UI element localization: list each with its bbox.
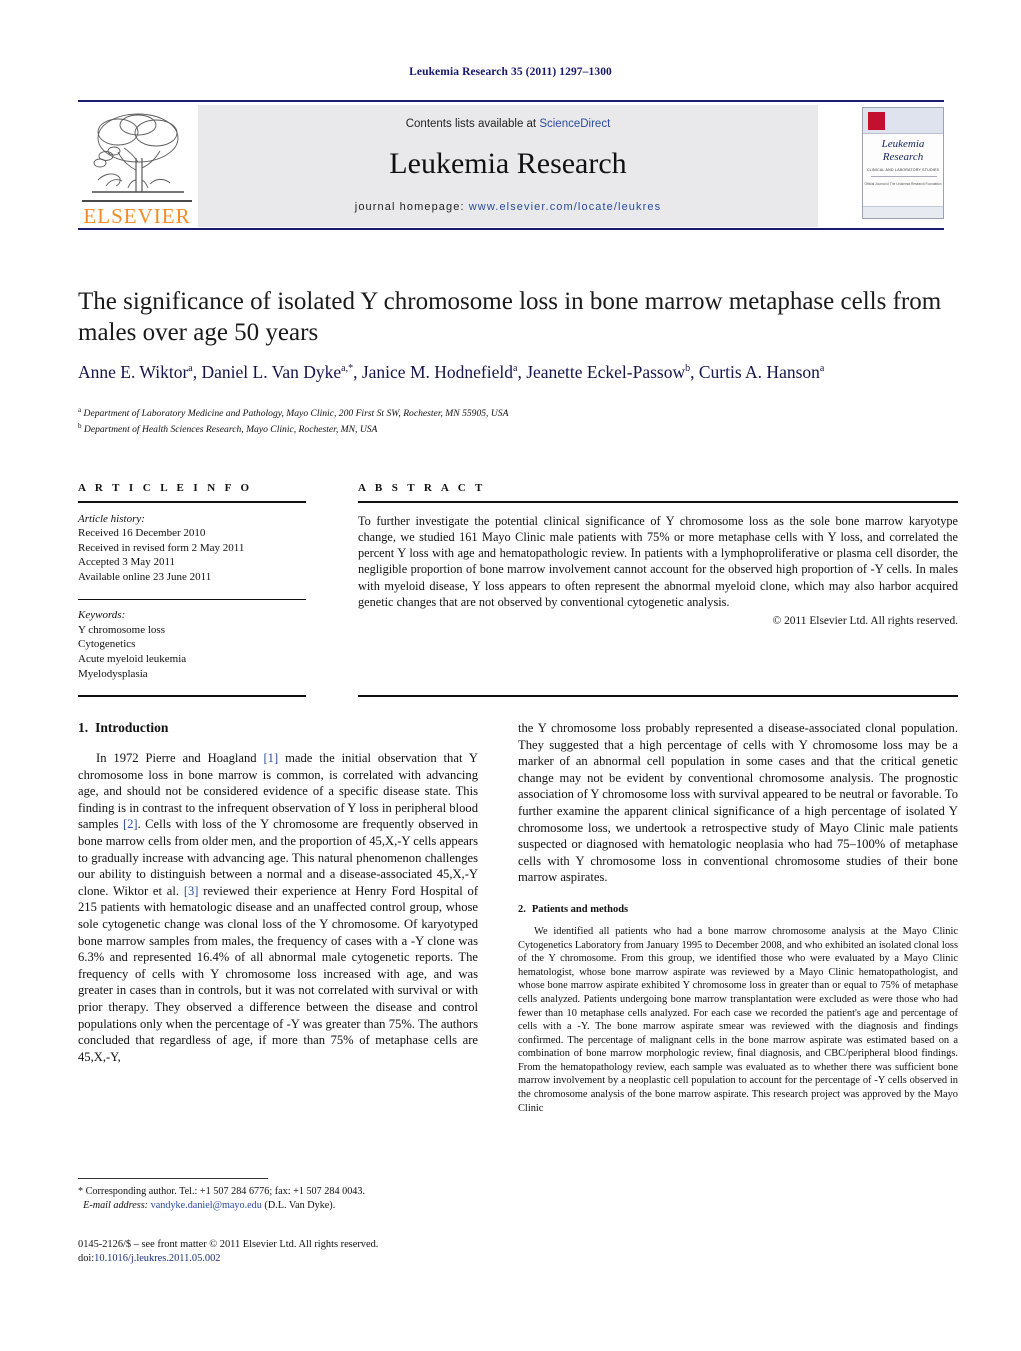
corresponding-author-line: * Corresponding author. Tel.: +1 507 284…: [78, 1186, 366, 1197]
section-heading-introduction: 1. Introduction: [78, 720, 478, 736]
history-item: Received 16 December 2010: [78, 527, 206, 540]
abstract-rule: [358, 501, 958, 503]
cover-subtitle: CLINICAL AND LABORATORY STUDIES: [866, 168, 940, 172]
elsevier-logo-baseline: [82, 200, 192, 202]
author-entry: Anne E. Wiktora: [78, 362, 193, 382]
doi-line: doi:10.1016/j.leukres.2011.05.002: [78, 1252, 578, 1266]
keyword-item: Cytogenetics: [78, 638, 136, 651]
journal-homepage-link[interactable]: www.elsevier.com/locate/leukres: [469, 201, 661, 213]
citation-link-3[interactable]: [3]: [184, 884, 199, 898]
affiliation-text: Department of Laboratory Medicine and Pa…: [83, 408, 509, 420]
journal-cover-thumbnail: Leukemia Research CLINICAL AND LABORATOR…: [862, 107, 944, 219]
contents-prefix: Contents lists available at: [405, 118, 540, 130]
keyword-item: Myelodysplasia: [78, 667, 148, 680]
keyword-item: Acute myeloid leukemia: [78, 652, 187, 665]
section-number: 2.: [518, 903, 526, 915]
cover-divider: [871, 176, 937, 177]
author-entry: Daniel L. Van Dykea,*: [201, 362, 353, 382]
author-entry: Curtis A. Hansona: [699, 362, 825, 382]
history-item: Accepted 3 May 2011: [78, 556, 176, 569]
email-suffix: (D.L. Van Dyke).: [261, 1200, 336, 1211]
homepage-prefix: journal homepage:: [354, 201, 469, 213]
author-affil-mark: a: [512, 363, 518, 374]
article-info-heading: A R T I C L E I N F O: [78, 482, 253, 494]
author-name: Anne E. Wiktor: [78, 361, 189, 382]
author-name: Curtis A. Hanson: [698, 361, 820, 382]
cover-title-line2: Research: [882, 151, 924, 163]
affiliation-item: b Department of Health Sciences Research…: [78, 420, 778, 436]
cover-title-line1: Leukemia: [881, 138, 925, 150]
abstract-text: To further investigate the potential cli…: [358, 513, 958, 610]
keyword-item: Y chromosome loss: [78, 623, 165, 636]
paper-page: Leukemia Research 35 (2011) 1297–1300 EL…: [0, 0, 1021, 1351]
author-entry: Jeanette Eckel-Passowb: [526, 362, 690, 382]
author-affil-mark: b: [685, 363, 691, 374]
history-item: Available online 23 June 2011: [78, 570, 212, 583]
introduction-paragraph-right: the Y chromosome loss probably represent…: [518, 721, 958, 885]
footnote-rule: [78, 1178, 268, 1179]
journal-homepage-line: journal homepage: www.elsevier.com/locat…: [198, 201, 818, 213]
email-line: E-mail address: vandyke.daniel@mayo.edu …: [78, 1199, 478, 1213]
body-column-left: 1. Introduction In 1972 Pierre and Hoagla…: [78, 720, 478, 1065]
author-name: Daniel L. Van Dyke: [201, 361, 342, 382]
cover-header-bar: [863, 108, 943, 134]
cover-publisher-mark-icon: [868, 112, 885, 130]
sciencedirect-link[interactable]: ScienceDirect: [539, 118, 610, 130]
author-list: Anne E. Wiktora, Daniel L. Van Dykea,*, …: [78, 361, 825, 382]
affiliation-list: a Department of Laboratory Medicine and …: [78, 404, 778, 436]
author-entry: Janice M. Hodnefielda: [362, 362, 518, 382]
affiliation-item: a Department of Laboratory Medicine and …: [78, 404, 778, 420]
methods-paragraph: We identified all patients who had a bon…: [518, 925, 958, 1114]
page-title: The significance of isolated Y chromosom…: [78, 288, 942, 346]
doi-prefix: doi:: [78, 1253, 95, 1264]
author-affil-mark: a,*: [341, 363, 354, 374]
affiliation-mark: b: [78, 422, 82, 431]
citation-link-1[interactable]: [1]: [263, 751, 278, 765]
intro-text-1: In 1972 Pierre and Hoagland: [96, 751, 264, 765]
section-title: Introduction: [95, 720, 169, 735]
author-affil-mark: a: [188, 363, 193, 374]
elsevier-tree-icon: [92, 113, 184, 193]
section-number: 1.: [78, 720, 89, 735]
journal-title: Leukemia Research: [389, 147, 627, 180]
author-name: Janice M. Hodnefield: [361, 361, 513, 382]
article-history-label: Article history:: [78, 512, 145, 525]
section-heading-methods: 2. Patients and methods: [518, 904, 958, 915]
journal-header-band: Contents lists available at ScienceDirec…: [198, 105, 818, 227]
email-label: E-mail address:: [83, 1200, 149, 1211]
affiliation-mark: a: [78, 406, 82, 414]
running-head: Leukemia Research 35 (2011) 1297–1300: [409, 66, 612, 78]
abstract-column: A B S T R A C T To further investigate t…: [358, 482, 958, 627]
author-name: Jeanette Eckel-Passow: [526, 361, 686, 382]
body-column-right: the Y chromosome loss probably represent…: [518, 720, 958, 1115]
corresponding-author-footnote: * Corresponding author. Tel.: +1 507 284…: [78, 1185, 478, 1213]
abstract-bottom-rule: [358, 695, 958, 697]
doi-link[interactable]: 10.1016/j.leukres.2011.05.002: [94, 1253, 220, 1264]
intro-text-4: reviewed their experience at Henry Ford …: [78, 883, 479, 1064]
keywords-label: Keywords:: [78, 609, 126, 622]
section-title: Patients and methods: [531, 903, 629, 915]
elsevier-wordmark: ELSEVIER: [83, 204, 191, 228]
issn-line: 0145-2126/$ – see front matter © 2011 El…: [78, 1239, 379, 1250]
page-footer: 0145-2126/$ – see front matter © 2011 El…: [78, 1238, 578, 1266]
author-affil-mark: a: [819, 363, 825, 374]
citation-link-2[interactable]: [2]: [123, 817, 138, 831]
article-history-block: Article history: Received 16 December 20…: [78, 512, 306, 585]
cover-blurb: Official Journal of The Leukemia Researc…: [864, 182, 942, 186]
article-info-bottom-rule: [78, 695, 306, 697]
abstract-heading: A B S T R A C T: [358, 482, 486, 494]
abstract-copyright: © 2011 Elsevier Ltd. All rights reserved…: [772, 615, 958, 628]
email-link[interactable]: vandyke.daniel@mayo.edu: [151, 1200, 262, 1211]
elsevier-logo: ELSEVIER: [78, 106, 196, 228]
keywords-block: Keywords: Y chromosome loss Cytogenetics…: [78, 608, 306, 681]
history-item: Received in revised form 2 May 2011: [78, 541, 245, 554]
affiliation-text: Department of Health Sciences Research, …: [83, 424, 378, 436]
article-info-rule: [78, 501, 306, 503]
keywords-rule: [78, 598, 306, 601]
article-info-column: A R T I C L E I N F O Article history: R…: [78, 482, 306, 681]
introduction-paragraph-left: In 1972 Pierre and Hoagland [1] made the…: [78, 750, 478, 1065]
journal-masthead: ELSEVIER Contents lists available at Sci…: [78, 100, 944, 230]
contents-available-line: Contents lists available at ScienceDirec…: [198, 118, 818, 130]
cover-footer-bar: [863, 206, 943, 218]
